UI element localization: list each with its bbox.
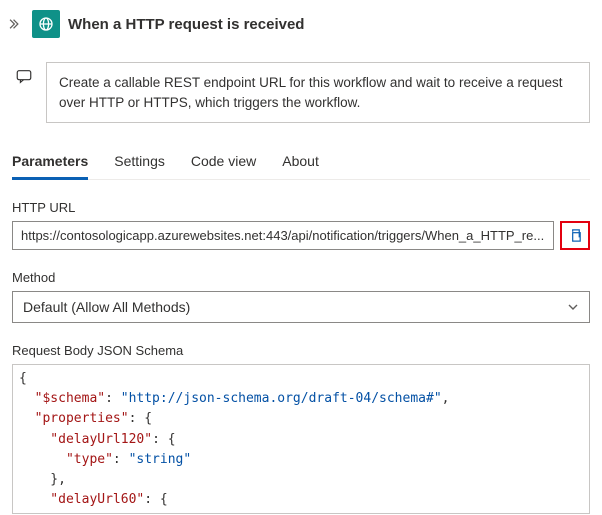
copy-icon xyxy=(568,228,583,243)
tab-settings[interactable]: Settings xyxy=(114,149,165,179)
comment-icon xyxy=(12,62,36,123)
tab-about[interactable]: About xyxy=(282,149,319,179)
chevron-down-icon xyxy=(567,301,579,313)
schema-line: }, xyxy=(19,470,583,490)
tab-code-view[interactable]: Code view xyxy=(191,149,256,179)
tab-bar: Parameters Settings Code view About xyxy=(12,149,590,180)
collapse-chevrons-icon[interactable] xyxy=(4,17,24,31)
http-url-label: HTTP URL xyxy=(12,200,590,215)
info-text: Create a callable REST endpoint URL for … xyxy=(46,62,590,123)
schema-line: "delayUrl60": { xyxy=(19,490,583,510)
schema-editor[interactable]: { "$schema": "http://json-schema.org/dra… xyxy=(12,364,590,514)
http-url-input[interactable] xyxy=(12,221,554,250)
http-trigger-icon xyxy=(32,10,60,38)
copy-url-button[interactable] xyxy=(560,221,590,250)
schema-line: "type": "string" xyxy=(19,510,583,514)
schema-line: "$schema": "http://json-schema.org/draft… xyxy=(19,389,583,409)
info-callout: Create a callable REST endpoint URL for … xyxy=(12,56,590,123)
schema-line: "delayUrl120": { xyxy=(19,430,583,450)
method-select[interactable]: Default (Allow All Methods) xyxy=(12,291,590,323)
trigger-title: When a HTTP request is received xyxy=(68,16,304,33)
schema-line: "type": "string" xyxy=(19,450,583,470)
schema-line: "properties": { xyxy=(19,409,583,429)
schema-label: Request Body JSON Schema xyxy=(12,343,590,358)
tab-parameters[interactable]: Parameters xyxy=(12,149,88,179)
method-selected-value: Default (Allow All Methods) xyxy=(23,299,190,315)
schema-line: { xyxy=(19,369,583,389)
panel-header: When a HTTP request is received xyxy=(0,0,602,48)
method-label: Method xyxy=(12,270,590,285)
